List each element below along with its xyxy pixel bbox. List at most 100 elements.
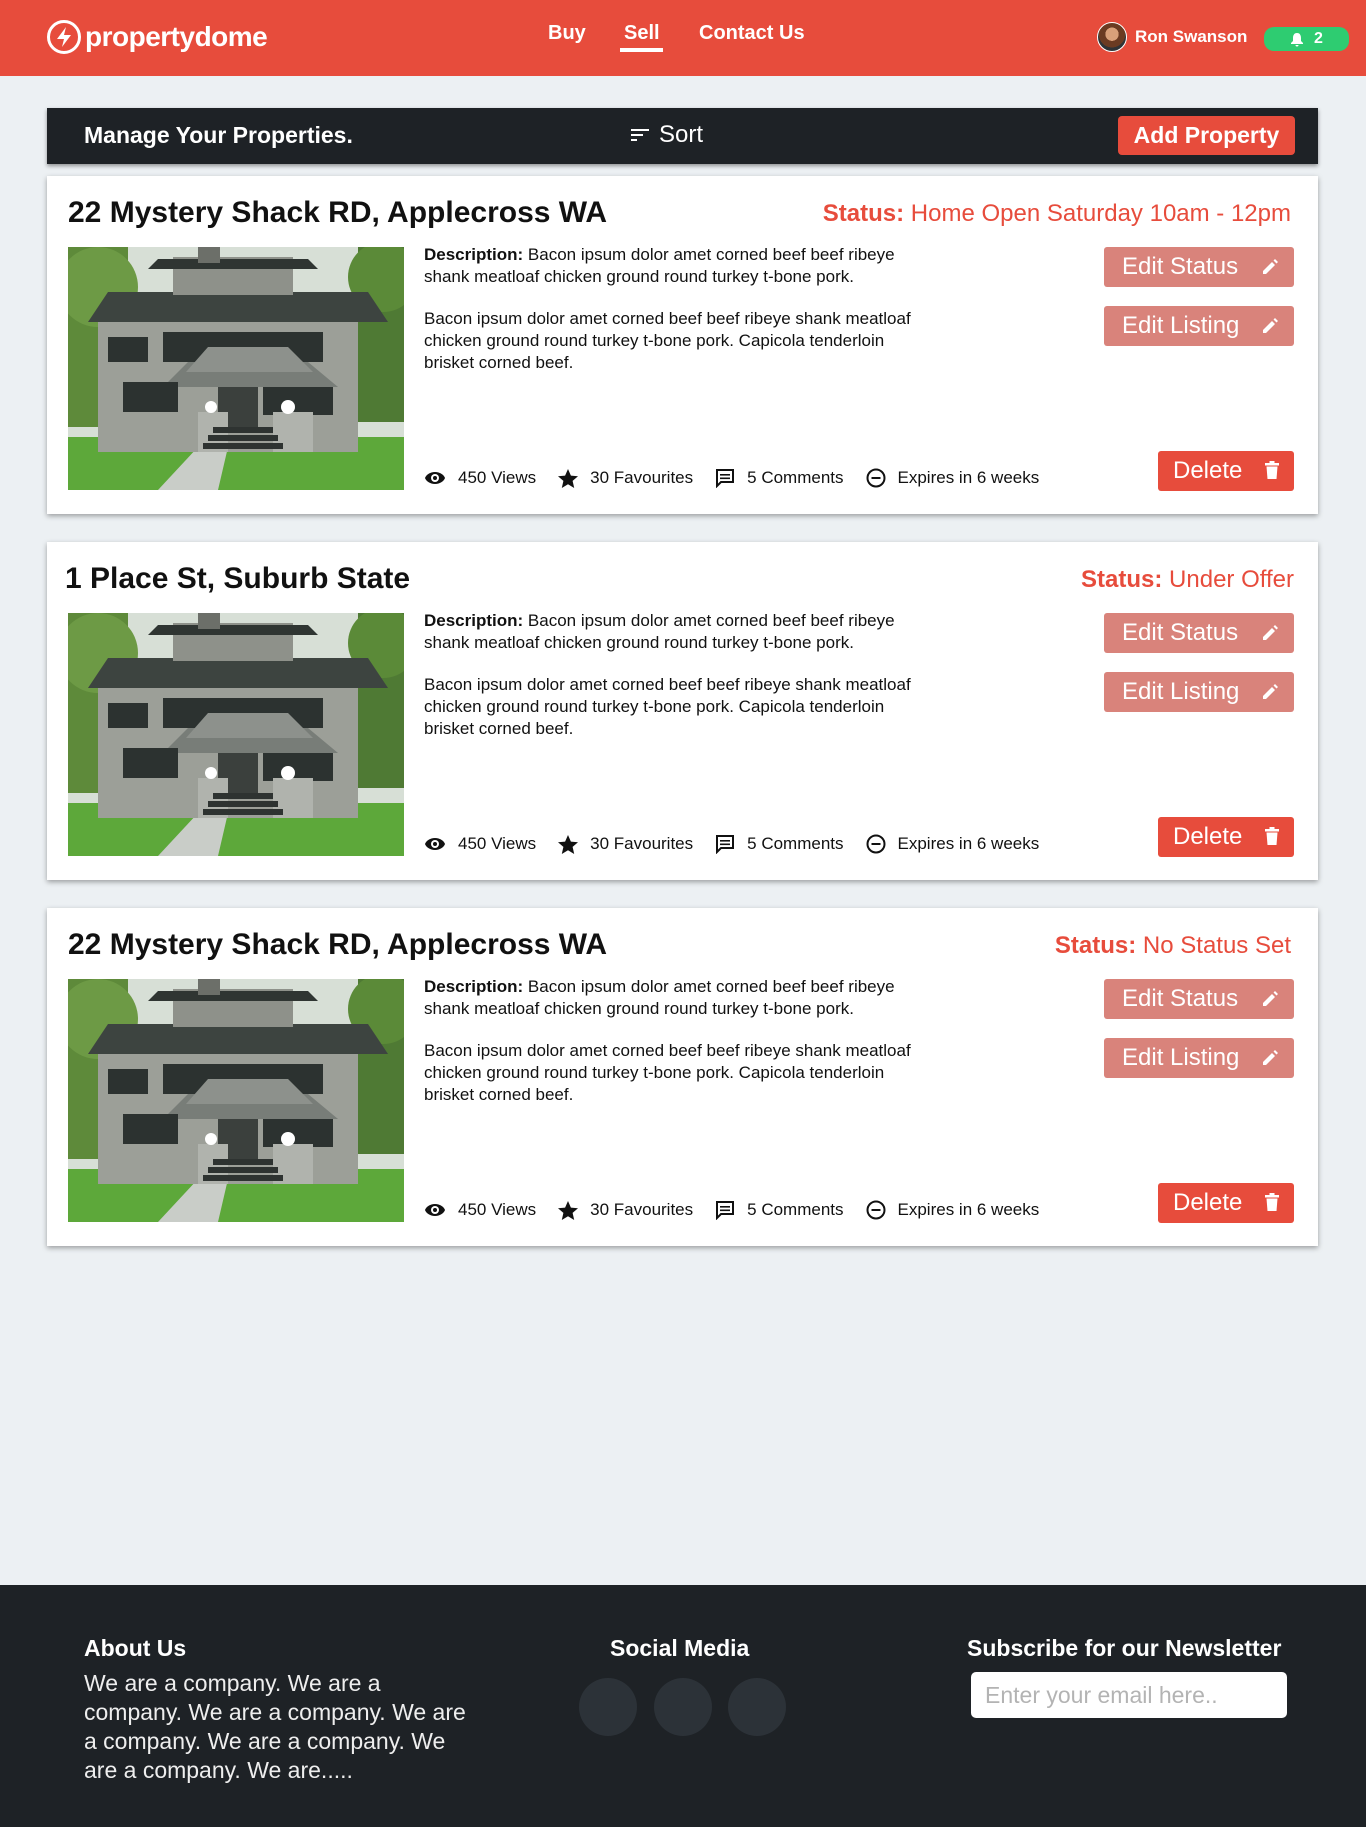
delete-label: Delete — [1173, 1189, 1243, 1216]
comments-stat: 5 Comments — [715, 834, 844, 854]
views-count: 450 Views — [458, 834, 537, 853]
status-value: Home Open Saturday 10am - 12pm — [910, 200, 1291, 227]
property-stats: 450 Views 30 Favourites 5 Comments Expir… — [424, 468, 1061, 488]
notifications-count: 2 — [1314, 30, 1323, 47]
pencil-icon — [1263, 991, 1278, 1006]
expiry-stat: Expires in 6 weeks — [866, 834, 1040, 854]
newsletter-email-input[interactable] — [971, 1672, 1287, 1718]
pencil-icon — [1263, 318, 1278, 333]
favourites-stat: 30 Favourites — [558, 468, 693, 488]
edit-listing-label: Edit Listing — [1122, 1044, 1240, 1071]
comments-count: 5 Comments — [747, 1200, 844, 1219]
property-card: 22 Mystery Shack RD, Applecross WA Statu… — [47, 176, 1318, 514]
property-photo — [68, 613, 404, 856]
property-description: Description: Bacon ipsum dolor amet corn… — [424, 976, 934, 1126]
edit-listing-label: Edit Listing — [1122, 678, 1240, 705]
social-link-1[interactable] — [579, 1678, 637, 1736]
comment-icon — [716, 469, 735, 488]
property-status: Status: Home Open Saturday 10am - 12pm — [823, 200, 1291, 228]
edit-status-label: Edit Status — [1122, 253, 1239, 280]
status-value: Under Offer — [1169, 566, 1294, 593]
property-photo — [68, 979, 404, 1222]
active-nav-indicator — [620, 48, 663, 52]
trash-icon — [1265, 1193, 1279, 1211]
social-link-3[interactable] — [728, 1678, 786, 1736]
nav-link-sell[interactable]: Sell — [624, 22, 660, 45]
minus-circle-icon — [866, 1200, 886, 1220]
description-key: Description: — [424, 977, 524, 996]
expiry-text: Expires in 6 weeks — [897, 468, 1040, 487]
views-count: 450 Views — [458, 468, 537, 487]
delete-button[interactable]: Delete — [1158, 451, 1294, 491]
status-key: Status: — [1054, 932, 1137, 959]
edit-status-button[interactable]: Edit Status — [1104, 979, 1294, 1019]
footer: About Us We are a company. We are a comp… — [0, 1585, 1366, 1827]
property-address: 22 Mystery Shack RD, Applecross WA — [68, 928, 608, 961]
star-icon — [558, 1200, 579, 1220]
page-title: Manage Your Properties. — [84, 122, 353, 148]
views-stat: 450 Views — [424, 834, 536, 854]
description-key: Description: — [424, 611, 524, 630]
pencil-icon — [1263, 625, 1278, 640]
property-status: Status: Under Offer — [1081, 566, 1294, 594]
property-photo — [68, 247, 404, 490]
sort-label: Sort — [659, 121, 704, 148]
description-extra: Bacon ipsum dolor amet corned beef beef … — [424, 309, 911, 372]
delete-button[interactable]: Delete — [1158, 817, 1294, 857]
minus-circle-icon — [866, 468, 886, 488]
minus-circle-icon — [866, 834, 886, 854]
avatar — [1097, 22, 1127, 52]
delete-label: Delete — [1173, 823, 1243, 850]
manage-toolbar: Manage Your Properties. Sort Add Propert… — [47, 108, 1318, 164]
add-property-button[interactable]: Add Property — [1118, 116, 1295, 155]
views-stat: 450 Views — [424, 1200, 536, 1220]
nav-link-contact[interactable]: Contact Us — [699, 22, 805, 45]
edit-status-button[interactable]: Edit Status — [1104, 613, 1294, 653]
property-card: 1 Place St, Suburb State Status: Under O… — [47, 542, 1318, 880]
property-description: Description: Bacon ipsum dolor amet corn… — [424, 244, 934, 394]
property-stats: 450 Views 30 Favourites 5 Comments Expir… — [424, 834, 1061, 854]
expiry-text: Expires in 6 weeks — [897, 834, 1040, 853]
property-card: 22 Mystery Shack RD, Applecross WA Statu… — [47, 908, 1318, 1246]
comment-icon — [716, 835, 735, 854]
edit-listing-button[interactable]: Edit Listing — [1104, 672, 1294, 712]
edit-listing-button[interactable]: Edit Listing — [1104, 306, 1294, 346]
sort-button[interactable]: Sort — [631, 121, 703, 149]
delete-button[interactable]: Delete — [1158, 1183, 1294, 1223]
top-navbar: propertydome Buy Sell Contact Us Ron Swa… — [0, 0, 1366, 76]
about-title: About Us — [84, 1635, 187, 1661]
edit-status-button[interactable]: Edit Status — [1104, 247, 1294, 287]
eye-icon — [425, 1204, 445, 1216]
social-link-2[interactable] — [654, 1678, 712, 1736]
property-address: 22 Mystery Shack RD, Applecross WA — [68, 196, 608, 229]
comments-stat: 5 Comments — [715, 468, 844, 488]
status-key: Status: — [822, 200, 905, 227]
star-icon — [558, 468, 579, 488]
property-description: Description: Bacon ipsum dolor amet corn… — [424, 610, 934, 760]
views-stat: 450 Views — [424, 468, 536, 488]
views-count: 450 Views — [458, 1200, 537, 1219]
expiry-text: Expires in 6 weeks — [897, 1200, 1040, 1219]
nav-link-buy[interactable]: Buy — [548, 22, 586, 45]
status-key: Status: — [1081, 566, 1163, 593]
star-icon — [558, 834, 579, 854]
trash-icon — [1265, 827, 1279, 845]
user-menu[interactable]: Ron Swanson — [1097, 22, 1247, 52]
eye-icon — [425, 472, 445, 484]
description-key: Description: — [424, 245, 524, 264]
description-extra: Bacon ipsum dolor amet corned beef beef … — [424, 1041, 911, 1104]
notifications-badge[interactable]: 2 — [1264, 27, 1349, 51]
edit-status-label: Edit Status — [1122, 619, 1239, 646]
description-extra: Bacon ipsum dolor amet corned beef beef … — [424, 675, 911, 738]
edit-listing-button[interactable]: Edit Listing — [1104, 1038, 1294, 1078]
property-stats: 450 Views 30 Favourites 5 Comments Expir… — [424, 1200, 1061, 1220]
about-text: We are a company. We are a company. We a… — [84, 1670, 466, 1783]
status-value: No Status Set — [1142, 932, 1291, 959]
favourites-stat: 30 Favourites — [558, 1200, 693, 1220]
pencil-icon — [1263, 684, 1278, 699]
comment-icon — [716, 1201, 735, 1220]
social-title: Social Media — [610, 1635, 750, 1661]
favourites-stat: 30 Favourites — [558, 834, 693, 854]
property-status: Status: No Status Set — [1055, 932, 1291, 960]
pencil-icon — [1263, 259, 1278, 274]
